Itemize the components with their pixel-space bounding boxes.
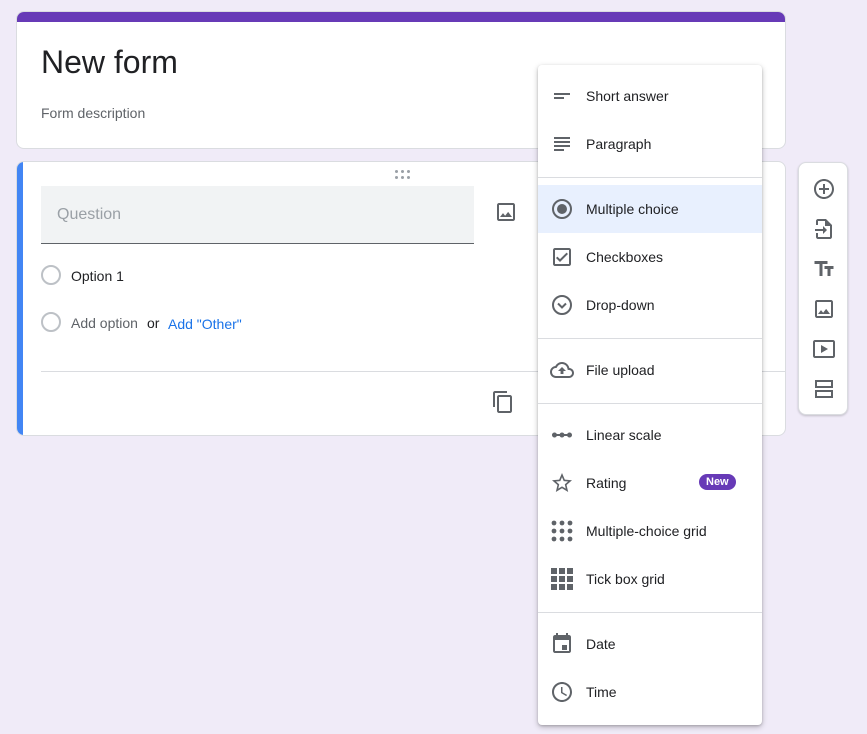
menu-item-label: Rating (586, 475, 627, 491)
menu-item-label: Time (586, 684, 617, 700)
add-option-button[interactable]: Add option (71, 315, 138, 331)
square-grid-icon (551, 568, 573, 590)
menu-item-label: Multiple-choice grid (586, 523, 707, 539)
menu-item-label: Checkboxes (586, 249, 664, 265)
option-radio (41, 265, 61, 285)
add-option-radio (41, 312, 61, 332)
option-1-label[interactable]: Option 1 (71, 268, 124, 284)
menu-item-linear-scale[interactable]: Linear scale (538, 411, 762, 459)
side-toolbar (798, 162, 848, 415)
menu-separator (538, 612, 762, 613)
add-image-icon[interactable] (494, 200, 518, 224)
form-description[interactable]: Form description (41, 105, 145, 121)
linear-scale-icon (552, 432, 572, 438)
form-title[interactable]: New form (41, 44, 178, 81)
menu-item-drop-down[interactable]: Drop-down (538, 281, 762, 329)
menu-item-multiple-choice[interactable]: Multiple choice (538, 185, 762, 233)
menu-item-label: Paragraph (586, 136, 652, 152)
checkbox-icon (553, 248, 571, 266)
add-section-icon[interactable] (812, 377, 836, 401)
import-questions-icon[interactable] (812, 217, 836, 241)
add-title-icon[interactable] (812, 257, 836, 281)
menu-item-checkboxes[interactable]: Checkboxes (538, 233, 762, 281)
menu-item-multiple-choice-grid[interactable]: Multiple-choice grid (538, 507, 762, 555)
menu-item-label: Multiple choice (586, 201, 679, 217)
question-placeholder: Question (57, 206, 122, 223)
add-video-icon[interactable] (812, 337, 836, 361)
theme-color-bar (17, 12, 785, 22)
menu-item-label: Short answer (586, 88, 669, 104)
menu-item-file-upload[interactable]: File upload (538, 346, 762, 394)
menu-item-label: Drop-down (586, 297, 655, 313)
calendar-icon (553, 633, 571, 653)
cloud-upload-icon (550, 362, 574, 378)
or-text: or (147, 315, 160, 331)
short-text-icon (554, 93, 570, 99)
menu-item-label: Date (586, 636, 616, 652)
menu-item-paragraph[interactable]: Paragraph (538, 120, 762, 168)
menu-item-date[interactable]: Date (538, 620, 762, 668)
question-input[interactable]: Question (41, 186, 474, 244)
active-indicator-bar (17, 162, 23, 435)
dot-grid-icon (551, 520, 573, 542)
menu-item-time[interactable]: Time (538, 668, 762, 716)
add-other-button[interactable]: Add "Other" (168, 316, 242, 332)
menu-item-short-answer[interactable]: Short answer (538, 72, 762, 120)
new-badge: New (699, 474, 736, 490)
menu-separator (538, 177, 762, 178)
add-image-icon[interactable] (812, 297, 836, 321)
question-type-menu: Short answer Paragraph Multiple choice C… (538, 65, 762, 725)
menu-item-rating[interactable]: Rating New (538, 459, 762, 507)
radio-button-icon (552, 199, 572, 219)
clock-icon (552, 682, 572, 702)
add-question-icon[interactable] (812, 177, 836, 201)
star-icon (552, 473, 572, 492)
menu-item-tick-box-grid[interactable]: Tick box grid (538, 555, 762, 603)
menu-item-label: File upload (586, 362, 655, 378)
menu-item-label: Linear scale (586, 427, 662, 443)
dropdown-circle-icon (552, 295, 572, 315)
menu-item-label: Tick box grid (586, 571, 665, 587)
menu-separator (538, 403, 762, 404)
copy-icon[interactable] (491, 390, 515, 414)
paragraph-icon (554, 137, 570, 151)
drag-handle-icon[interactable] (395, 170, 411, 180)
menu-separator (538, 338, 762, 339)
